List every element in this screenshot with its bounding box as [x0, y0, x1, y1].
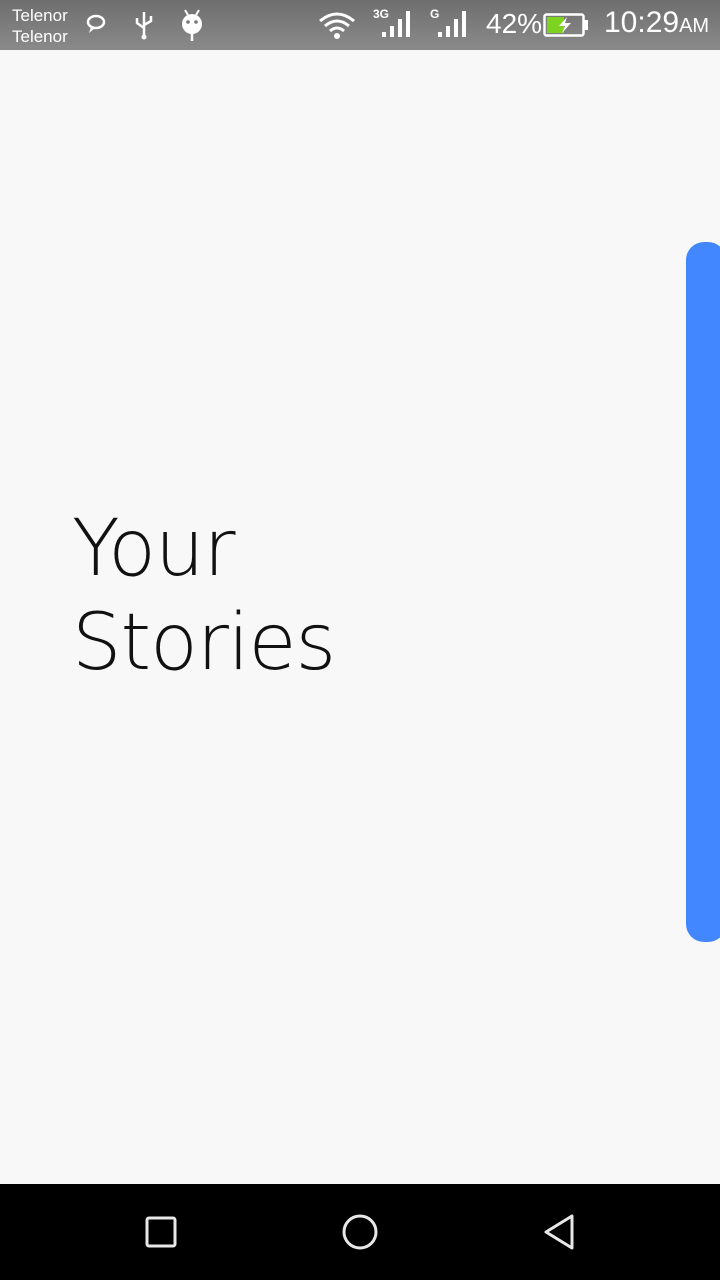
title-line-1: Your [72, 504, 236, 594]
recent-apps-icon [145, 1216, 177, 1248]
main-content: Your Stories [0, 50, 720, 1184]
battery-charging-icon [543, 13, 589, 41]
home-icon [342, 1214, 378, 1250]
signal-g-icon: G [428, 6, 470, 44]
chat-icon [84, 12, 108, 40]
carrier-labels: Telenor Telenor [12, 5, 68, 47]
signal-3g-icon: 3G [372, 6, 414, 44]
android-icon [178, 8, 206, 46]
wifi-icon [318, 10, 356, 44]
recent-apps-button[interactable] [133, 1204, 189, 1260]
title-line-2: Stories [72, 598, 336, 688]
clock: 10:29AM [604, 6, 709, 40]
clock-ampm: AM [679, 15, 710, 37]
carrier-2: Telenor [12, 27, 68, 46]
network-2-label: G [430, 7, 439, 21]
side-panel-tab[interactable] [686, 242, 720, 942]
page-title: Your Stories [72, 502, 336, 690]
carrier-1: Telenor [12, 6, 68, 25]
back-button[interactable] [532, 1204, 588, 1260]
clock-time: 10:29 [604, 6, 680, 39]
home-button[interactable] [332, 1204, 388, 1260]
usb-icon [132, 10, 156, 44]
battery-percent: 42% [486, 8, 543, 39]
navigation-bar [0, 1184, 720, 1280]
back-icon [544, 1214, 574, 1250]
network-1-label: 3G [373, 7, 389, 21]
status-bar: Telenor Telenor 3G G 42% 10:29AM [0, 0, 720, 50]
